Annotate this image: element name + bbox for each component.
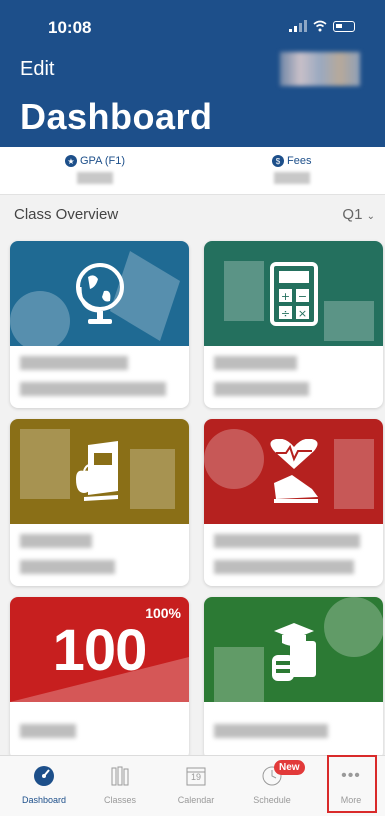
- fees-value: [273, 172, 310, 184]
- tab-dashboard[interactable]: Dashboard: [12, 764, 76, 805]
- svg-text:+: +: [280, 290, 289, 303]
- class-grade: [20, 560, 116, 574]
- page-title: Dashboard: [20, 96, 213, 137]
- class-name: [214, 724, 329, 738]
- tab-classes[interactable]: Classes: [88, 764, 152, 805]
- class-name: [20, 534, 92, 548]
- dollar-icon: $: [272, 155, 284, 167]
- score-100-icon: 100: [52, 618, 148, 683]
- class-name: [20, 724, 76, 738]
- status-time: 10:08: [48, 18, 92, 37]
- chevron-down-icon: ⌄: [366, 211, 375, 222]
- calendar-icon: 19: [184, 764, 208, 788]
- svg-text:×: ×: [297, 307, 306, 320]
- class-grade: [20, 382, 167, 396]
- svg-text:−: −: [297, 290, 306, 303]
- fees-summary[interactable]: $ Fees: [272, 155, 311, 184]
- tab-schedule[interactable]: New Schedule: [240, 760, 305, 805]
- class-card-banner: + − ÷ ×: [204, 241, 383, 346]
- gpa-summary[interactable]: ★ GPA (F1): [65, 155, 125, 184]
- tab-calendar[interactable]: 19 Calendar: [164, 764, 228, 805]
- gpa-value: [77, 172, 114, 184]
- more-highlight-box: [327, 755, 377, 813]
- globe-icon: [75, 262, 124, 324]
- class-card-banner: 100% 100: [10, 597, 189, 702]
- wifi-icon: [313, 20, 327, 32]
- tab-label: Classes: [103, 795, 136, 805]
- app-header: 10:08 Edit Dashboard: [0, 0, 385, 147]
- summary-bar: ★ GPA (F1) $ Fees: [0, 147, 385, 195]
- battery-icon: [333, 20, 355, 32]
- fees-label: Fees: [287, 155, 312, 167]
- heart-shoe-icon: [270, 438, 318, 503]
- class-card[interactable]: [10, 419, 189, 586]
- dashboard-icon: [32, 764, 56, 788]
- calendar-day: 19: [190, 772, 201, 782]
- star-icon: ★: [65, 155, 77, 167]
- class-card-banner: [204, 419, 383, 524]
- tab-label: Schedule: [253, 795, 291, 805]
- term-value: Q1: [342, 206, 363, 223]
- class-name: [214, 534, 361, 548]
- class-card[interactable]: [204, 597, 383, 760]
- class-card[interactable]: + − ÷ ×: [204, 241, 383, 408]
- book-apple-icon: [75, 440, 118, 501]
- class-card-banner: [10, 241, 189, 346]
- edit-button[interactable]: Edit: [20, 58, 54, 81]
- class-card[interactable]: [10, 241, 189, 408]
- term-select[interactable]: Q1 ⌄: [342, 206, 375, 223]
- class-grade: [214, 382, 310, 396]
- class-name: [20, 356, 129, 370]
- class-card[interactable]: 100% 100: [10, 597, 189, 760]
- svg-text:÷: ÷: [280, 307, 289, 320]
- tab-label: Calendar: [177, 795, 215, 805]
- class-card-banner: [10, 419, 189, 524]
- class-grade: [214, 560, 354, 574]
- class-name: [214, 356, 297, 370]
- classes-icon: [108, 764, 132, 788]
- new-badge: New: [274, 760, 305, 775]
- class-card[interactable]: [204, 419, 383, 586]
- calculator-icon: + − ÷ ×: [269, 261, 318, 326]
- books-graduation-icon: [271, 622, 316, 681]
- class-overview-title: Class Overview: [14, 206, 119, 223]
- class-card-banner: [204, 597, 383, 702]
- status-icons: [289, 20, 355, 32]
- tab-label: Dashboard: [21, 795, 67, 805]
- gpa-label: GPA (F1): [80, 155, 126, 167]
- avatar[interactable]: [280, 52, 360, 86]
- signal-icon: [289, 20, 307, 32]
